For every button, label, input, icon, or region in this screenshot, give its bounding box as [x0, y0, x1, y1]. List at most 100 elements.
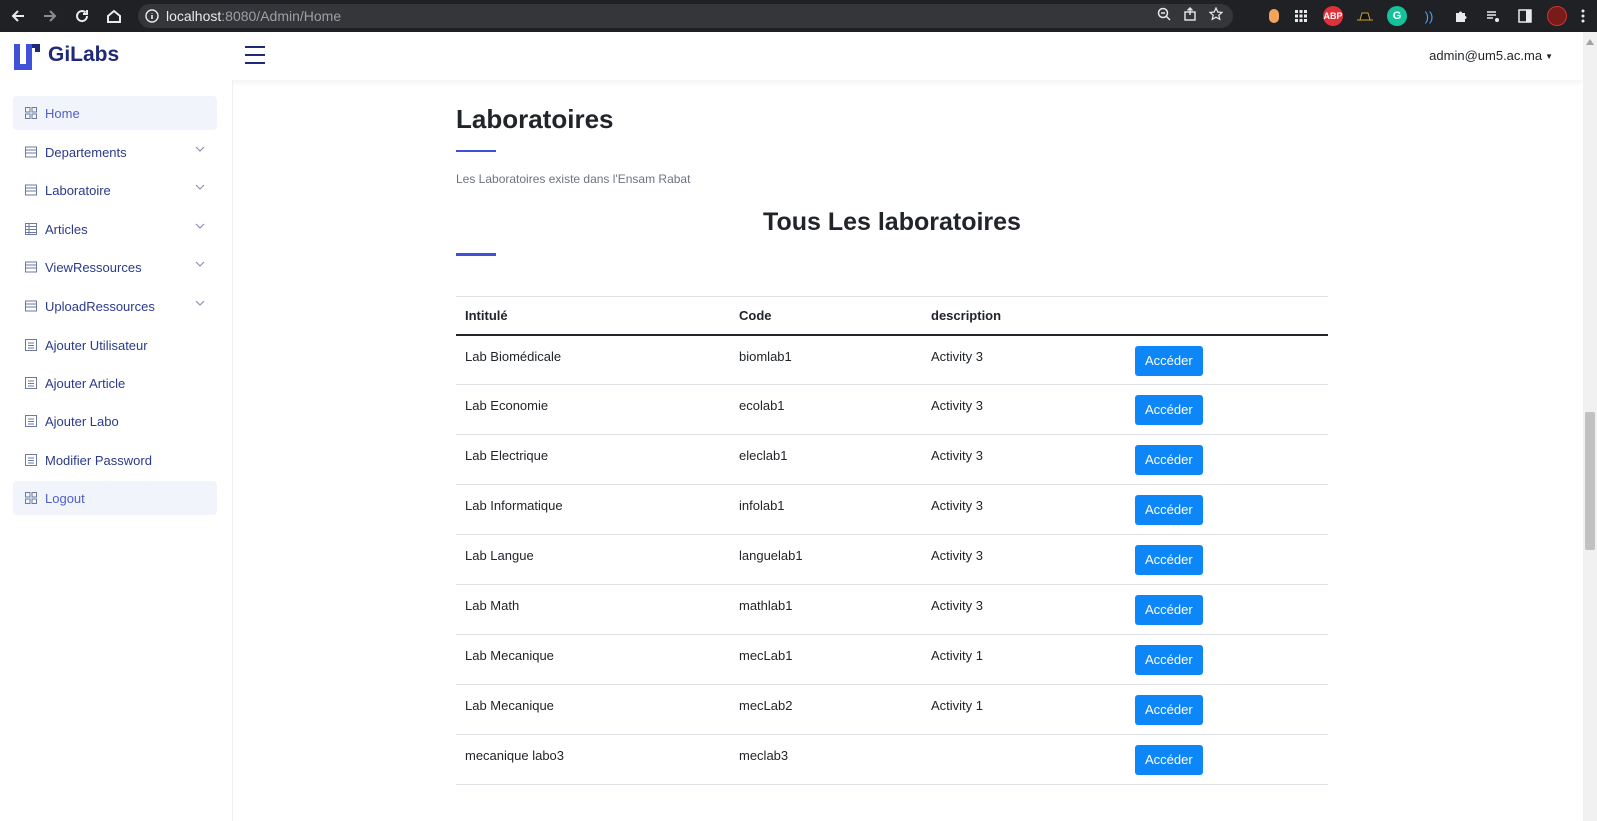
lab-action-cell: Accéder	[1126, 334, 1328, 385]
lab-description-cell: Activity 3	[922, 334, 1126, 385]
lab-name-cell: Lab Langue	[456, 534, 730, 585]
acceder-button[interactable]: Accéder	[1135, 695, 1203, 725]
sidebar-item-ajouter-article[interactable]: Ajouter Article	[13, 366, 217, 400]
labs-table: Intitulé Code description Lab Biomédical…	[456, 296, 1328, 785]
chevron-down-icon	[195, 184, 205, 190]
user-dropdown[interactable]: admin@um5.ac.ma ▼	[1429, 48, 1553, 63]
share-icon[interactable]	[1183, 7, 1197, 25]
side-panel-icon[interactable]	[1515, 6, 1535, 26]
grid-extension-icon[interactable]	[1291, 6, 1311, 26]
url-host: localhost	[166, 8, 222, 24]
profile-avatar-icon[interactable]	[1547, 6, 1567, 26]
sidebar-item-label: UploadRessources	[45, 298, 155, 314]
table-row: Lab Informatique infolab1 Activity 3 Accéde…	[456, 484, 1328, 535]
lab-description-cell: Activity 3	[922, 434, 1126, 485]
sidebar-item-viewressources[interactable]: ViewRessources	[13, 250, 217, 284]
bookmark-star-icon[interactable]	[1208, 6, 1224, 25]
address-bar[interactable]: localhost:8080/Admin/Home	[138, 4, 1233, 28]
acceder-button[interactable]: Accéder	[1135, 545, 1203, 575]
grammarly-icon[interactable]: G	[1387, 6, 1407, 26]
lab-description-cell: Activity 3	[922, 584, 1126, 635]
lab-name-cell: mecanique labo3	[456, 734, 730, 785]
sidebar-item-label: ViewRessources	[45, 259, 142, 275]
acceder-button[interactable]: Accéder	[1135, 445, 1203, 475]
scroll-up-arrow-icon[interactable]	[1586, 39, 1594, 45]
back-icon[interactable]	[2, 0, 34, 32]
lab-name-cell: Lab Math	[456, 584, 730, 635]
table-row: Lab Electrique eleclab1 Activity 3 Accéder	[456, 434, 1328, 485]
lab-code-cell: mathlab1	[730, 584, 922, 635]
chevron-down-icon	[195, 300, 205, 306]
lab-code-cell: ecolab1	[730, 384, 922, 435]
home-icon[interactable]	[98, 0, 130, 32]
lab-name-cell: Lab Economie	[456, 384, 730, 435]
sidebar-item-ajouter-labo[interactable]: Ajouter Labo	[13, 404, 217, 438]
sidebar-item-uploadressources[interactable]: UploadRessources	[13, 289, 217, 323]
puzzle-extensions-icon[interactable]	[1451, 6, 1471, 26]
lab-code-cell: meclab3	[730, 734, 922, 785]
user-email: admin@um5.ac.ma	[1429, 48, 1543, 63]
table-row: Lab Mecanique mecLab1 Activity 1 Accéder	[456, 634, 1328, 685]
lab-description-cell: Activity 1	[922, 634, 1126, 685]
url-text: localhost:8080/Admin/Home	[166, 8, 341, 24]
lab-action-cell: Accéder	[1126, 534, 1328, 585]
sidebar-item-laboratoire[interactable]: Laboratoire	[13, 173, 217, 207]
sidebar-item-label: Ajouter Utilisateur	[45, 337, 148, 353]
menu-toggle-icon[interactable]	[245, 46, 265, 64]
hat-extension-icon[interactable]	[1355, 6, 1375, 26]
acceder-button[interactable]: Accéder	[1135, 395, 1203, 425]
lab-description-cell: Activity 3	[922, 484, 1126, 535]
sidebar-item-home[interactable]: Home	[13, 96, 217, 130]
brand[interactable]: GiLabs	[12, 40, 119, 70]
lab-name-cell: Lab Biomédicale	[456, 334, 730, 385]
column-header-code: Code	[730, 296, 922, 336]
sidebar-item-label: Departements	[45, 144, 127, 160]
acceder-button[interactable]: Accéder	[1135, 745, 1203, 775]
lab-action-cell: Accéder	[1126, 734, 1328, 785]
form-icon	[25, 339, 37, 351]
section-underline	[456, 253, 496, 256]
sidebar-item-departements[interactable]: Departements	[13, 135, 217, 169]
lab-action-cell: Accéder	[1126, 584, 1328, 635]
acceder-button[interactable]: Accéder	[1135, 495, 1203, 525]
grid-icon	[25, 107, 37, 119]
reload-icon[interactable]	[66, 0, 98, 32]
forward-icon[interactable]	[34, 0, 66, 32]
sidebar-item-label: Ajouter Article	[45, 375, 126, 391]
table-row: Lab Economie ecolab1 Activity 3 Accéder	[456, 384, 1328, 435]
sidebar-item-ajouter-utilisateur[interactable]: Ajouter Utilisateur	[13, 328, 217, 362]
list-icon	[25, 146, 37, 158]
lab-description-cell	[922, 734, 1126, 785]
table-body: Lab Biomédicale biomlab1 Activity 3 Accéder…	[456, 334, 1328, 785]
lab-action-cell: Accéder	[1126, 484, 1328, 535]
chevron-down-icon	[195, 223, 205, 229]
table-row: Lab Math mathlab1 Activity 3 Accéder	[456, 584, 1328, 635]
lab-description-cell: Activity 3	[922, 384, 1126, 435]
url-path: :8080/Admin/Home	[221, 8, 342, 24]
lab-description-cell: Activity 3	[922, 534, 1126, 585]
chrome-menu-icon[interactable]	[1579, 6, 1587, 26]
form-icon	[25, 377, 37, 389]
sidebar-item-articles[interactable]: Articles	[13, 212, 217, 246]
sidebar-item-modifier-password[interactable]: Modifier Password	[13, 443, 217, 477]
sidebar-item-label: Home	[45, 105, 80, 121]
extension-dot-icon[interactable]	[1269, 9, 1279, 23]
chevron-down-icon	[195, 261, 205, 267]
acceder-button[interactable]: Accéder	[1135, 345, 1203, 376]
sidebar-item-logout[interactable]: Logout	[13, 481, 217, 515]
lab-code-cell: mecLab1	[730, 634, 922, 685]
app-header: GiLabs admin@um5.ac.ma ▼	[0, 32, 1583, 80]
lab-code-cell: biomlab1	[730, 334, 922, 385]
zoom-icon[interactable]	[1157, 7, 1171, 25]
sidebar-item-label: Laboratoire	[45, 182, 111, 198]
adblock-icon[interactable]: ABP	[1323, 6, 1343, 26]
info-icon[interactable]	[138, 9, 166, 23]
wifi-extension-icon[interactable]: ))	[1419, 6, 1439, 26]
media-queue-icon[interactable]	[1483, 6, 1503, 26]
acceder-button[interactable]: Accéder	[1135, 595, 1203, 625]
acceder-button[interactable]: Accéder	[1135, 645, 1203, 675]
sidebar-item-label: Modifier Password	[45, 452, 152, 468]
table-row: Lab Mecanique mecLab2 Activity 1 Accéder	[456, 684, 1328, 735]
scrollbar-thumb[interactable]	[1585, 412, 1595, 550]
column-header-description: description	[922, 296, 1126, 336]
